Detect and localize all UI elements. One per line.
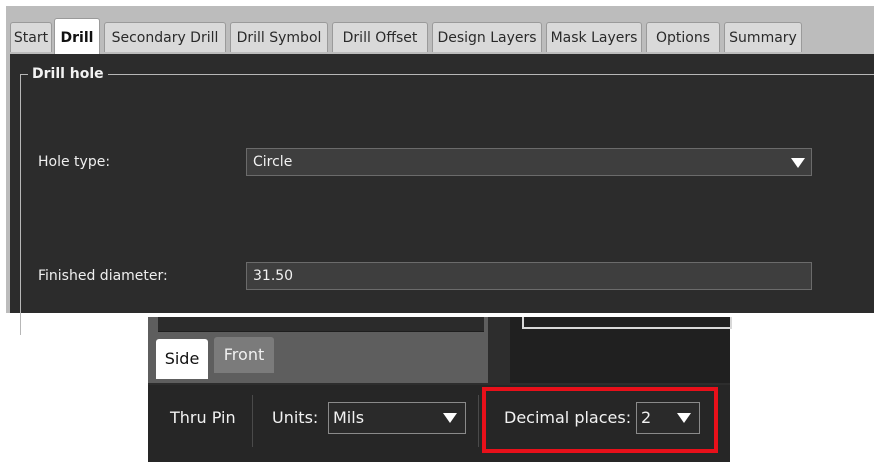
hole-type-dropdown[interactable]: Circle bbox=[246, 148, 812, 176]
drill-hole-group bbox=[20, 74, 874, 335]
tab-drill[interactable]: Drill bbox=[54, 18, 100, 54]
tab-start[interactable]: Start bbox=[10, 22, 52, 52]
hole-type-value: Circle bbox=[253, 154, 293, 170]
preview-area bbox=[510, 317, 732, 383]
chevron-down-icon bbox=[791, 158, 805, 168]
preview-outline bbox=[522, 317, 732, 329]
units-label: Units: bbox=[272, 408, 319, 427]
tab-drill-offset[interactable]: Drill Offset bbox=[332, 22, 428, 52]
chevron-down-icon bbox=[443, 413, 457, 423]
finished-diameter-input[interactable]: 31.50 bbox=[246, 262, 812, 290]
finished-diameter-label: Finished diameter: bbox=[38, 268, 168, 284]
tab-drill-symbol[interactable]: Drill Symbol bbox=[230, 22, 328, 52]
view-options-panel: Side Front Thru Pin Units: Mils Decimal … bbox=[148, 317, 732, 462]
view-toolbar: Thru Pin Units: Mils Decimal places: 2 bbox=[148, 385, 730, 462]
toolbar-separator bbox=[478, 395, 479, 447]
decimal-places-highlight bbox=[482, 387, 718, 453]
tab-options[interactable]: Options bbox=[646, 22, 720, 52]
tab-mask-layers[interactable]: Mask Layers bbox=[546, 22, 642, 52]
view-tab-strip: Side Front bbox=[148, 317, 488, 383]
tab-design-layers[interactable]: Design Layers bbox=[432, 22, 542, 52]
padstack-editor-panel: Start Drill Secondary Drill Drill Symbol… bbox=[6, 6, 874, 335]
units-dropdown[interactable]: Mils bbox=[328, 402, 466, 434]
thru-pin-label: Thru Pin bbox=[170, 408, 236, 427]
tab-front[interactable]: Front bbox=[214, 337, 274, 373]
tab-summary[interactable]: Summary bbox=[724, 22, 802, 52]
drill-hole-group-title: Drill hole bbox=[28, 64, 108, 84]
units-value: Mils bbox=[333, 408, 365, 427]
hole-type-label: Hole type: bbox=[38, 154, 111, 170]
view-tab-strip-bar bbox=[158, 317, 484, 332]
drill-tab-content: Drill hole Hole type: Circle Finished di… bbox=[10, 54, 874, 335]
tab-secondary-drill[interactable]: Secondary Drill bbox=[104, 22, 226, 52]
tab-side[interactable]: Side bbox=[156, 339, 208, 379]
toolbar-separator bbox=[252, 395, 253, 447]
